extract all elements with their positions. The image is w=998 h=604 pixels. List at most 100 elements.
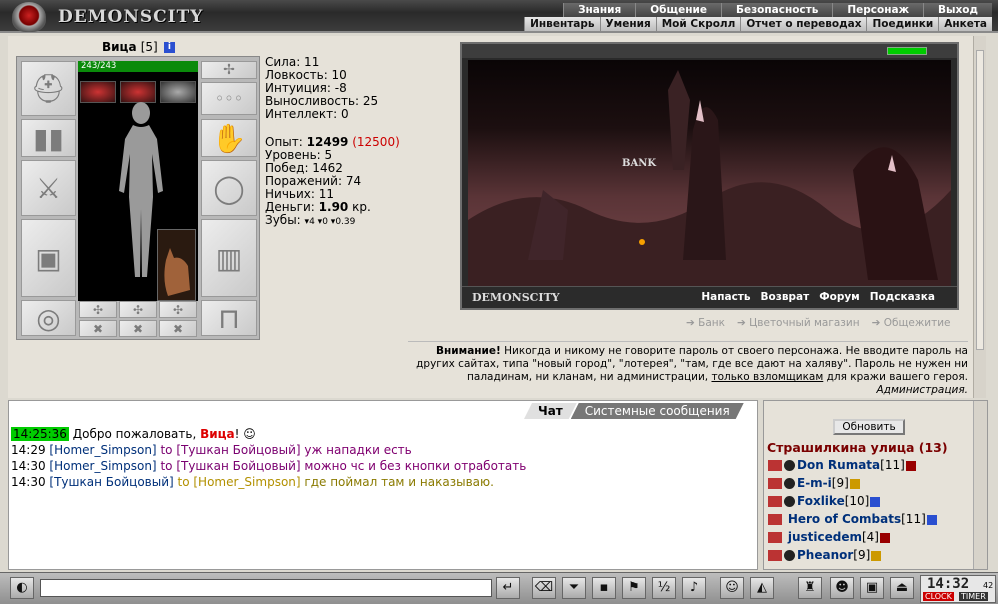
rune-slot-1[interactable]: ✣ [79,301,117,318]
chat-tabs: Чат Системные сообщения [524,403,744,419]
private-message-icon[interactable] [768,514,782,525]
refresh-button[interactable]: Обновить [833,419,905,435]
chat-nick[interactable]: [Тушкан Бойцовый] [49,475,173,489]
helmet-icon[interactable]: ◭ [750,577,774,599]
link-flower-shop[interactable]: ➔ Цветочный магазин [737,317,860,329]
private-message-icon[interactable] [768,496,782,507]
private-message-icon[interactable] [768,478,782,489]
game-logo: DEMONSCITY [472,291,560,304]
main-scrollbar[interactable] [973,36,986,398]
list-item[interactable]: Pheanor[9] [768,546,937,564]
info-icon[interactable] [926,514,937,525]
rings-slot[interactable]: ◦◦◦ [201,82,257,115]
spell-slot-3[interactable]: ✖ [159,320,197,337]
attack-link[interactable]: Напасть [701,291,750,303]
nav-inventory[interactable]: Инвентарь [524,17,599,31]
boots-slot[interactable]: ⊓ [201,300,257,336]
spell-slot-2[interactable]: ✖ [119,320,157,337]
link-dormitory[interactable]: ➔ Общежитие [872,317,951,329]
helmet-slot[interactable]: ⛑ [21,61,76,116]
character-header: Вица [5] i [102,40,175,54]
info-icon[interactable] [870,496,881,507]
chat-nick[interactable]: [Homer_Simpson] [49,459,156,473]
save-icon[interactable]: ▪ [592,577,616,599]
equipment-panel: ⛑ ▮▮ ⚔ ▣ ◎ 243/243 ✢ ◦◦◦ ✋ ◯ ▥ ⊓ ✣ ✣ ✣ ✖… [16,56,260,340]
nav-skills[interactable]: Умения [599,17,656,31]
private-message-icon[interactable] [768,550,782,561]
forum-link[interactable]: Форум [819,291,860,303]
list-item[interactable]: Hero of Combats[11] [768,510,937,528]
nav-communication[interactable]: Общение [635,3,721,17]
hint-link[interactable]: Подсказка [870,291,935,303]
info-icon[interactable] [871,550,882,561]
pet-cat-icon[interactable] [157,229,196,301]
clock-widget: 14:32 42 CLOCK TIMER [920,575,996,603]
info-icon[interactable]: i [163,42,175,53]
nav-profile[interactable]: Анкета [938,17,992,31]
rune-slot-3[interactable]: ✣ [159,301,197,318]
leggings-slot[interactable]: ▥ [201,219,257,297]
nav-security[interactable]: Безопасность [720,3,832,17]
bracers-slot[interactable]: ▮▮ [21,119,76,157]
location-scene[interactable]: BANK [468,60,951,288]
nav-my-scroll[interactable]: Мой Скролл [655,17,741,31]
music-icon[interactable]: ♪ [682,577,706,599]
nav-exit[interactable]: Выход [923,3,992,17]
exit-icon[interactable]: ⏏ [890,577,914,599]
eraser-icon[interactable]: ⌫ [532,577,556,599]
private-message-icon[interactable] [768,460,782,471]
list-item[interactable]: justicedem[4] [768,528,937,546]
game-links: Напасть Возврат Форум Подсказка [701,291,935,303]
shield-slot[interactable]: ◯ [201,160,257,216]
chat-nick[interactable]: [Homer_Simpson] [49,443,156,457]
chat-input[interactable] [40,579,492,597]
belt-slot[interactable]: ◎ [21,300,76,336]
side-scrollbar[interactable] [973,401,987,569]
timer-label[interactable]: TIMER [959,592,988,601]
amulet-slot[interactable]: ✢ [201,61,257,79]
smiley-icon[interactable]: ☺ [720,577,744,599]
character-name: Вица [102,40,137,54]
list-item[interactable]: Don Rumata[11] [768,456,937,474]
signal-indicator [887,47,927,55]
rune-slot-2[interactable]: ✣ [119,301,157,318]
nav-character[interactable]: Персонаж [832,3,923,17]
armor-slot[interactable]: ▣ [21,219,76,297]
nav-transfers[interactable]: Отчет о переводах [740,17,866,31]
filter-icon[interactable]: ⏷ [562,577,586,599]
run-icon[interactable]: ⚑ [622,577,646,599]
info-icon[interactable] [905,460,916,471]
bag-icon[interactable]: ♜ [798,577,822,599]
lock-icon[interactable]: ▣ [860,577,884,599]
nav-duels[interactable]: Поединки [866,17,938,31]
bottom-toolbar: ◐ ↵ ⌫ ⏷ ▪ ⚑ ½ ♪ ☺ ◭ ♜ ☻ ▣ ⏏ 14:32 42 CLO… [0,572,998,604]
clock-label[interactable]: CLOCK [923,592,954,601]
clan-icon [784,460,795,471]
character-icon[interactable]: ☻ [830,577,854,599]
send-icon[interactable]: ↵ [496,577,520,599]
bank-sign[interactable]: BANK [622,158,656,169]
online-users-panel: Обновить Страшилкина улица (13) Don Ruma… [763,400,988,570]
chat-mode-icon[interactable]: ◐ [10,577,34,599]
list-item[interactable]: Foxlike[10] [768,492,937,510]
weapon-slot[interactable]: ⚔ [21,160,76,216]
spell-slot-1[interactable]: ✖ [79,320,117,337]
gloves-slot[interactable]: ✋ [201,119,257,157]
info-icon[interactable] [879,532,890,543]
chat-message: 14:29 [Homer_Simpson] to [Тушкан Бойцовы… [11,443,412,457]
private-message-icon[interactable] [768,532,782,543]
info-icon[interactable] [849,478,860,489]
city-emblem-icon [12,2,46,32]
tab-chat[interactable]: Чат [524,403,577,419]
clock-time: 14:32 [927,576,970,592]
list-item[interactable]: E-m-i[9] [768,474,937,492]
page-toggle-icon[interactable]: ½ [652,577,676,599]
tab-system-messages[interactable]: Системные сообщения [571,403,744,419]
character-level: [5] [140,40,158,54]
hp-bar: 243/243 [78,61,198,72]
link-bank[interactable]: ➔ Банк [686,317,725,329]
nav-knowledge[interactable]: Знания [563,3,635,17]
online-users-list: Don Rumata[11] E-m-i[9] Foxlike[10] Hero… [768,456,937,564]
return-link[interactable]: Возврат [761,291,810,303]
clan-icon [784,550,795,561]
